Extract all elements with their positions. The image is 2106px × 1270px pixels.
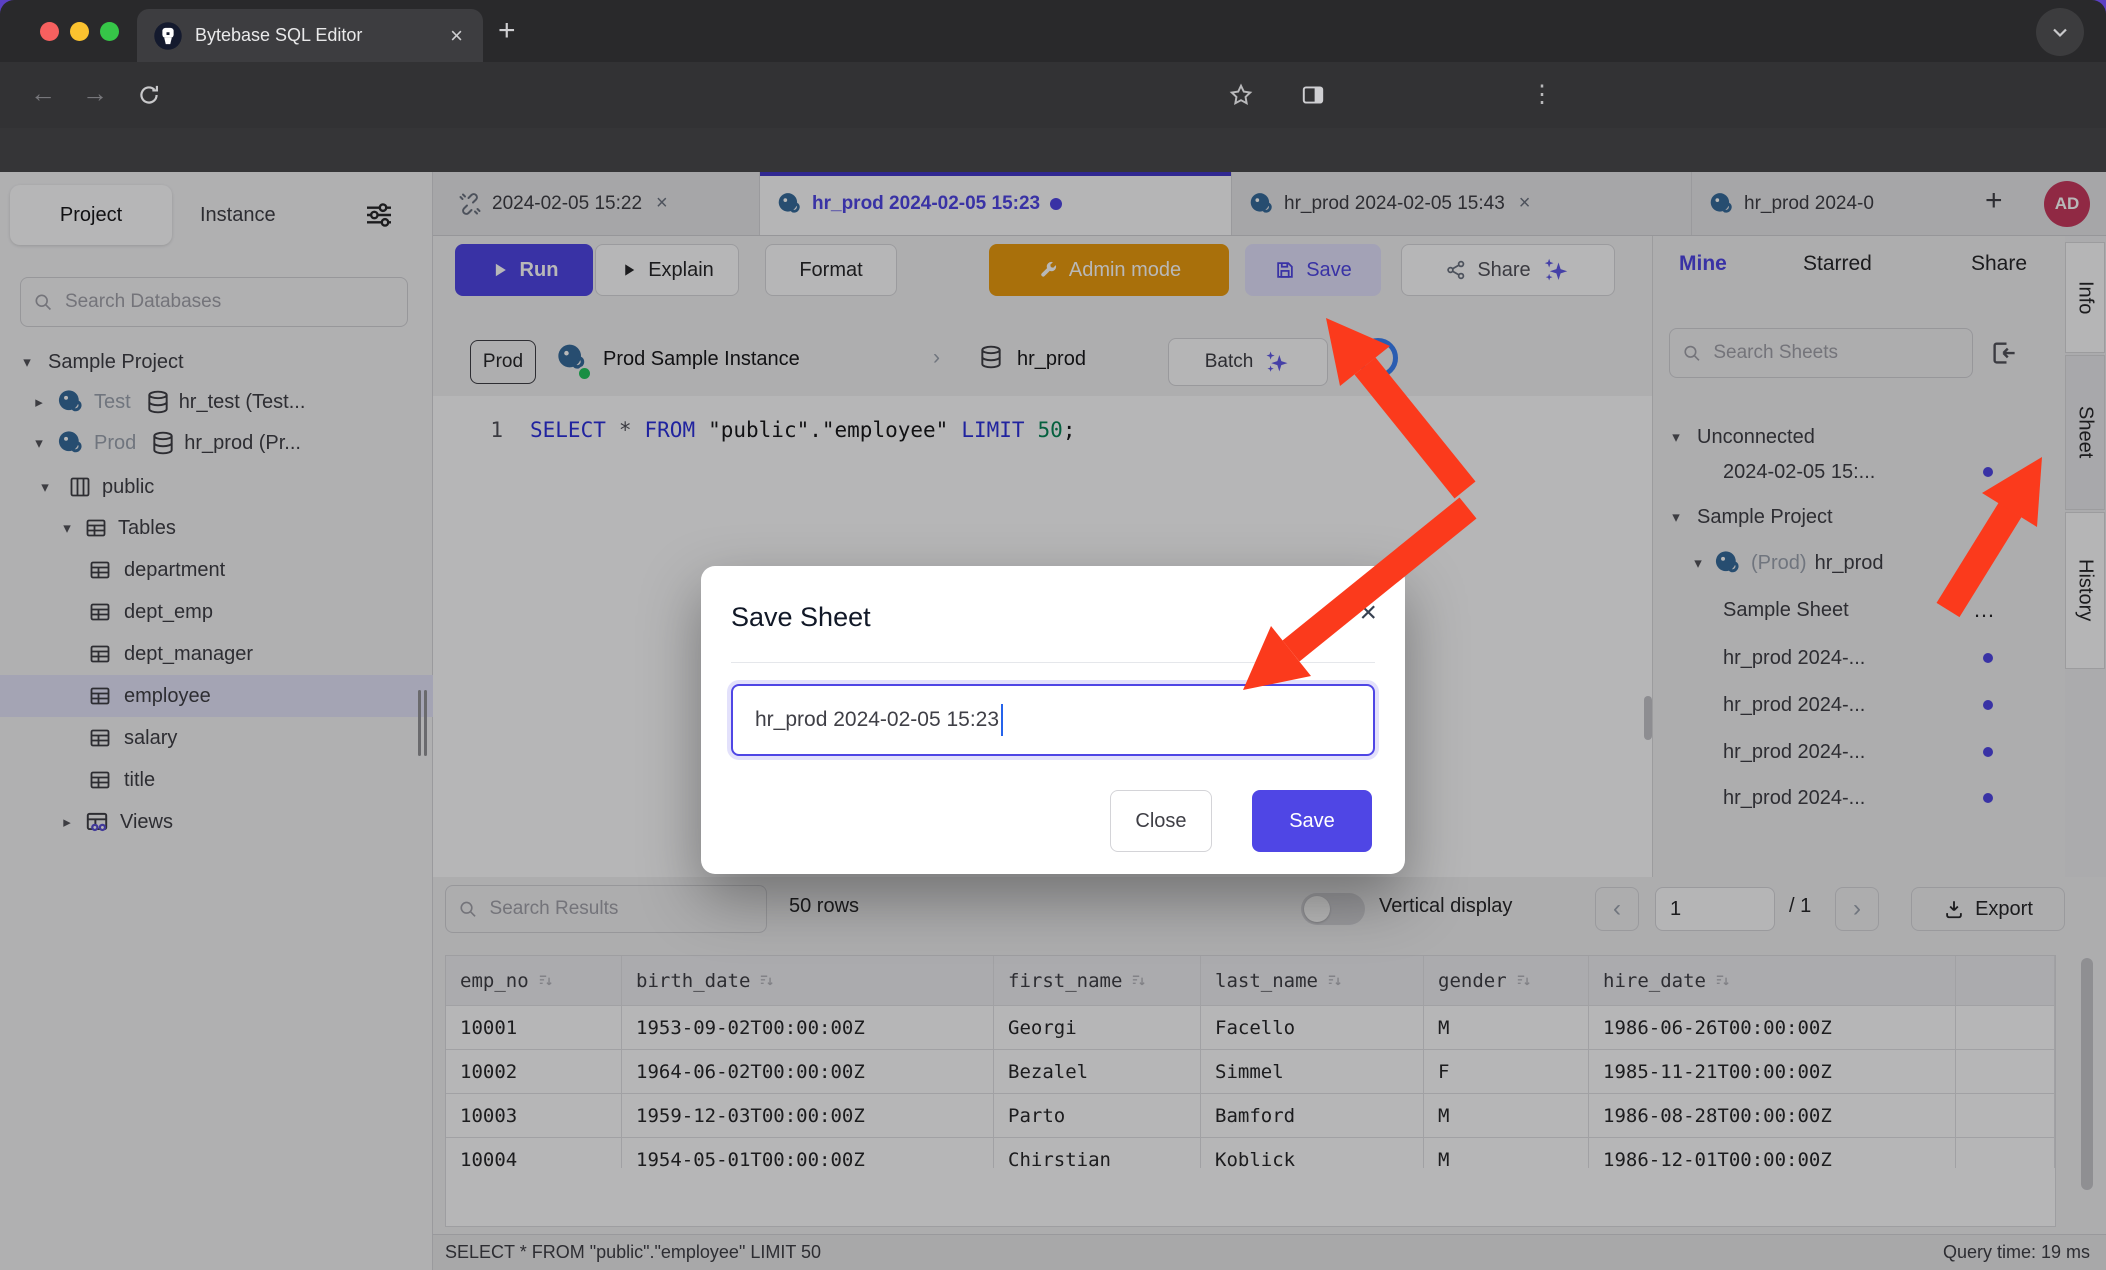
text-caret bbox=[1001, 704, 1003, 736]
sheet-name-value: hr_prod 2024-02-05 15:23 bbox=[755, 708, 999, 732]
browser-tab-close-icon[interactable]: × bbox=[446, 21, 467, 51]
browser-menu-button[interactable]: ⋮ bbox=[1530, 80, 1554, 109]
tab-search-chevron-button[interactable] bbox=[2036, 8, 2084, 56]
forward-button[interactable]: → bbox=[82, 80, 108, 106]
screen: Bytebase SQL Editor × + ← → localhost:80… bbox=[0, 0, 2106, 1270]
window-close-button[interactable] bbox=[40, 22, 59, 41]
window-zoom-button[interactable] bbox=[100, 22, 119, 41]
dialog-save-button[interactable]: Save bbox=[1252, 790, 1372, 852]
chevron-down-icon bbox=[2048, 20, 2072, 44]
dialog-close-button[interactable]: Close bbox=[1110, 790, 1212, 852]
new-tab-button[interactable]: + bbox=[498, 14, 516, 48]
sheet-name-input[interactable]: hr_prod 2024-02-05 15:23 bbox=[731, 684, 1375, 756]
dialog-close-icon[interactable]: × bbox=[1359, 596, 1377, 630]
side-panel-icon[interactable] bbox=[1300, 82, 1326, 108]
browser-url-row: ← → localhost:8080/sql-editor/prod-sampl… bbox=[0, 62, 2106, 128]
dialog-title: Save Sheet bbox=[731, 602, 871, 633]
back-button[interactable]: ← bbox=[30, 80, 56, 106]
browser-chrome-bottom bbox=[0, 128, 2106, 172]
window-minimize-button[interactable] bbox=[70, 22, 89, 41]
browser-tab-title: Bytebase SQL Editor bbox=[195, 25, 434, 46]
dialog-divider bbox=[731, 662, 1375, 663]
bytebase-favicon-icon bbox=[153, 21, 183, 51]
reload-button[interactable] bbox=[136, 82, 162, 108]
bookmark-star-icon[interactable] bbox=[1228, 82, 1254, 108]
browser-titlebar: Bytebase SQL Editor × + bbox=[0, 0, 2106, 62]
browser-tab[interactable]: Bytebase SQL Editor × bbox=[137, 9, 483, 62]
save-sheet-dialog: Save Sheet × hr_prod 2024-02-05 15:23 Cl… bbox=[701, 566, 1405, 874]
